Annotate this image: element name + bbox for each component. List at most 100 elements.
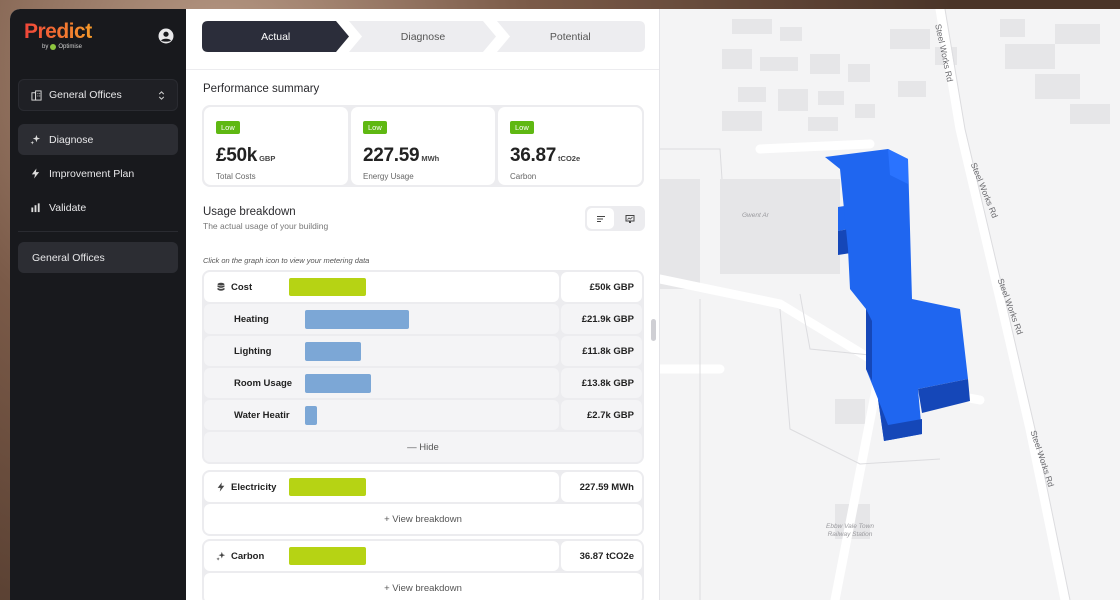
- carbon-row[interactable]: Carbon 36.87 tCO2e: [204, 541, 642, 571]
- usage-subtitle: The actual usage of your building: [203, 221, 329, 231]
- carbon-bar: [289, 547, 366, 565]
- tab-label: Potential: [549, 30, 591, 43]
- row-name: Heating: [234, 313, 269, 325]
- row-name: Lighting: [234, 345, 272, 357]
- list-view-button[interactable]: [587, 208, 614, 229]
- electricity-row[interactable]: Electricity 227.59 MWh: [204, 472, 642, 502]
- row-value: £13.8k GBP: [561, 368, 642, 398]
- card-value: £50k GBP: [216, 145, 336, 167]
- card-carbon: Low 36.87 tCO2e Carbon: [498, 107, 642, 185]
- row-label-cell: Carbon: [204, 541, 559, 571]
- card-value: 227.59 MWh: [363, 145, 483, 167]
- card-value: 36.87 tCO2e: [510, 145, 630, 167]
- card-energy-usage: Low 227.59 MWh Energy Usage: [351, 107, 495, 185]
- water-heating-bar: [305, 405, 317, 425]
- row-value: £21.9k GBP: [561, 304, 642, 334]
- logo: Predict by Optimise: [24, 21, 92, 50]
- status-badge: Low: [510, 121, 534, 134]
- hide-breakdown-button[interactable]: — Hide: [204, 432, 642, 462]
- metering-hint: Click on the graph icon to view your met…: [203, 256, 370, 265]
- performance-title: Performance summary: [203, 83, 320, 95]
- logo-sub-brand: Optimise: [58, 44, 83, 50]
- row-name: Room Usage: [234, 377, 293, 389]
- logo-text: Predict: [24, 20, 92, 43]
- nav-item-label: Validate: [49, 201, 87, 214]
- step-tabs: Actual Diagnose Potential: [202, 21, 645, 52]
- view-toggle: [585, 206, 645, 231]
- view-breakdown-button[interactable]: + View breakdown: [204, 573, 642, 600]
- station-label: Ebbw Vale Town Railway Station: [826, 523, 874, 539]
- panel-resize-handle[interactable]: [651, 319, 656, 341]
- sidebar-divider: [18, 231, 178, 232]
- card-caption: Total Costs: [216, 172, 256, 181]
- performance-cards: Low £50k GBP Total Costs Low 227.59 MWh En…: [202, 105, 644, 187]
- electricity-group: Electricity 227.59 MWh + View breakdown: [202, 470, 644, 536]
- sub-row-room-usage: Room Usage £13.8k GBP: [204, 368, 642, 398]
- tab-label: Diagnose: [400, 30, 446, 43]
- nav-item-validate[interactable]: Validate: [18, 192, 178, 223]
- row-label-cell: Water Heatir: [204, 400, 559, 430]
- view-breakdown-button[interactable]: + View breakdown: [204, 504, 642, 534]
- station-label-line: Ebbw Vale Town: [826, 523, 874, 530]
- building-select[interactable]: General Offices: [18, 79, 178, 111]
- row-value: 227.59 MWh: [561, 472, 642, 502]
- row-name: Carbon: [216, 551, 288, 562]
- row-value: £50k GBP: [561, 272, 642, 302]
- tab-potential[interactable]: Potential: [496, 21, 645, 52]
- row-name: Electricity: [216, 482, 288, 493]
- cost-group: Cost £50k GBP Heating £21.9k GBP Lightin…: [202, 270, 644, 464]
- status-badge: Low: [216, 121, 240, 134]
- map-canvas: [660, 9, 1110, 600]
- row-name-text: Electricity: [231, 481, 277, 493]
- tab-diagnose[interactable]: Diagnose: [349, 21, 497, 52]
- nav-item-label: Improvement Plan: [49, 167, 135, 180]
- electricity-bar: [289, 478, 366, 496]
- tab-actual[interactable]: Actual: [202, 21, 349, 52]
- bar-chart-icon: [31, 203, 40, 213]
- main-nav: Diagnose Improvement Plan Validate: [18, 124, 178, 223]
- row-name: Water Heatir: [234, 409, 290, 421]
- row-value: £11.8k GBP: [561, 336, 642, 366]
- row-label-cell: Heating: [204, 304, 559, 334]
- poi-label: Gwent Ar: [742, 212, 769, 219]
- app-window: Predict by Optimise General Offices Diag…: [10, 9, 1120, 600]
- heating-bar: [305, 309, 409, 329]
- logo-sub-prefix: by: [42, 44, 49, 50]
- row-name: Cost: [216, 282, 288, 293]
- graph-view-button[interactable]: [616, 208, 643, 229]
- lighting-bar: [305, 341, 361, 361]
- card-value-unit: tCO2e: [558, 154, 581, 163]
- row-value: £2.7k GBP: [561, 400, 642, 430]
- tab-label: Actual: [261, 30, 291, 43]
- site-item-general-offices[interactable]: General Offices: [18, 242, 178, 273]
- row-name-text: Cost: [231, 281, 253, 293]
- logo-sub: by Optimise: [42, 44, 92, 50]
- logo-row: Predict by Optimise: [18, 21, 178, 71]
- card-value-number: 227.59: [363, 145, 420, 166]
- row-value: 36.87 tCO2e: [561, 541, 642, 571]
- main-panel: Actual Diagnose Potential Performance su…: [186, 9, 660, 600]
- nav-item-diagnose[interactable]: Diagnose: [18, 124, 178, 155]
- building-3d: [825, 149, 970, 441]
- user-account-icon[interactable]: [158, 28, 174, 44]
- carbon-group: Carbon 36.87 tCO2e + View breakdown: [202, 539, 644, 600]
- nav-item-improvement-plan[interactable]: Improvement Plan: [18, 158, 178, 189]
- card-value-unit: GBP: [259, 154, 276, 163]
- database-icon: [217, 282, 225, 291]
- cost-row[interactable]: Cost £50k GBP: [204, 272, 642, 302]
- card-total-costs: Low £50k GBP Total Costs: [204, 107, 348, 185]
- card-caption: Carbon: [510, 172, 537, 181]
- room-usage-bar: [305, 373, 371, 393]
- card-value-unit: MWh: [421, 154, 440, 163]
- station-label-line: Railway Station: [827, 531, 873, 538]
- sub-row-water-heating: Water Heatir £2.7k GBP: [204, 400, 642, 430]
- row-label-cell: Electricity: [204, 472, 559, 502]
- card-value-number: 36.87: [510, 145, 557, 166]
- brand-dot-icon: [50, 44, 57, 50]
- chevron-updown-icon: [158, 90, 165, 100]
- sparkle-icon: [30, 134, 41, 145]
- map-view[interactable]: Steel Works Rd Steel Works Rd Steel Work…: [660, 9, 1120, 600]
- sidebar: Predict by Optimise General Offices Diag…: [10, 9, 186, 600]
- sparkle-icon: [216, 551, 226, 561]
- building-icon: [31, 89, 42, 101]
